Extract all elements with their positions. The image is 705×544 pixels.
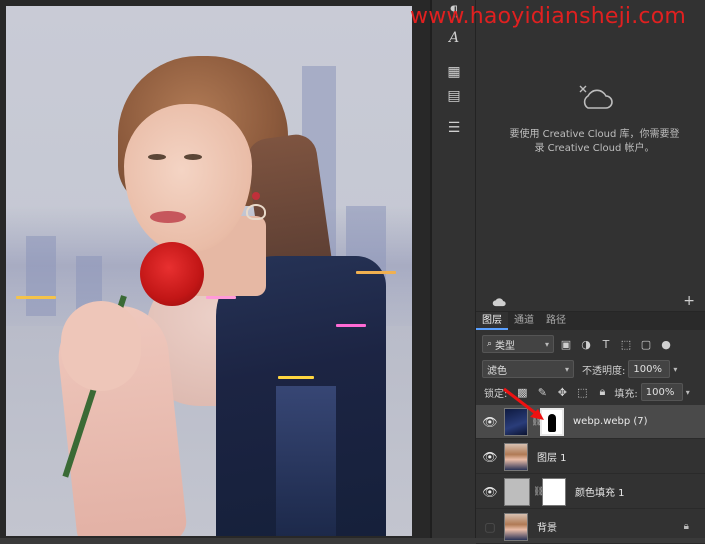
libraries-footer: + (476, 292, 705, 312)
opacity-label: 不透明度: (582, 365, 626, 377)
layer-name[interactable]: webp.webp (7) (573, 416, 648, 427)
layer-mask-thumbnail[interactable] (542, 477, 566, 506)
city-light (336, 324, 366, 327)
lock-artboard-icon[interactable]: ⬚ (574, 384, 590, 400)
libraries-message-line2: 录 Creative Cloud 帐户。 (534, 143, 655, 154)
layer-thumbnail (504, 512, 528, 541)
layer-name[interactable]: 颜色填充 1 (575, 484, 625, 499)
canvas-area[interactable] (0, 0, 430, 538)
earring-heart (246, 204, 266, 220)
chevron-down-icon: ▾ (564, 364, 569, 374)
chevron-down-icon: ▾ (544, 339, 549, 349)
libraries-login-message: 要使用 Creative Cloud 库，你需要登 录 Creative Clo… (502, 128, 687, 156)
libraries-panel: 要使用 Creative Cloud 库，你需要登 录 Creative Clo… (476, 60, 705, 290)
opacity-input[interactable]: 100% (628, 360, 671, 378)
layer-row[interactable]: ▢ 背景 🔒︎ (476, 510, 705, 544)
layer-thumbnail (504, 442, 528, 471)
layer-filter-row: ⌕ 类型 ▾ ▣ ◑ T ⬚ ▢ ● (476, 334, 705, 354)
fill-input[interactable]: 100% (640, 383, 683, 401)
left-eye (148, 154, 166, 160)
filter-shape-icon[interactable]: ⬚ (618, 336, 634, 352)
red-flower (140, 242, 204, 306)
visibility-eye-icon[interactable]: 👁︎ (476, 485, 504, 499)
adjustments-icon[interactable]: ☰ (440, 116, 468, 140)
blend-mode-value: 滤色 (487, 365, 507, 377)
filter-kind-value: 类型 (495, 340, 516, 352)
tab-layers[interactable]: 图层 (476, 312, 508, 330)
red-arrow-annotation (503, 387, 544, 420)
fill-dropdown-icon[interactable]: ▾ (686, 388, 690, 397)
fill-value: 100% (645, 386, 675, 398)
panel-icon-strip: ¶ A ▦ ▤ ☰ (432, 0, 476, 538)
lock-position-icon[interactable]: ✥ (554, 384, 570, 400)
fill-label: 填充: (614, 388, 638, 400)
filter-toggle-icon[interactable]: ● (658, 336, 674, 352)
layer-row[interactable]: 👁︎ 图层 1 (476, 440, 705, 474)
filter-type-icon[interactable]: T (598, 336, 614, 352)
city-overlay (276, 386, 336, 536)
tab-paths[interactable]: 路径 (540, 312, 572, 330)
blend-mode-select[interactable]: 滤色 ▾ (482, 360, 574, 378)
opacity-value: 100% (633, 363, 662, 375)
cloud-sync-icon[interactable] (492, 297, 506, 307)
opacity-dropdown-icon[interactable]: ▾ (673, 365, 677, 374)
creative-cloud-disconnected-icon (579, 85, 613, 109)
filter-adjustment-icon[interactable]: ◑ (578, 336, 594, 352)
filter-smart-object-icon[interactable]: ▢ (638, 336, 654, 352)
document-image[interactable] (6, 6, 412, 536)
lock-all-icon[interactable]: 🔒︎ (594, 384, 610, 400)
libraries-icon[interactable]: ▦ (440, 60, 468, 84)
tab-channels[interactable]: 通道 (508, 312, 540, 330)
layer-row[interactable]: 👁︎ ⛓︎ 颜色填充 1 (476, 475, 705, 509)
filter-kind-select[interactable]: ⌕ 类型 ▾ (482, 335, 554, 353)
notes-icon[interactable]: ▤ (440, 84, 468, 108)
layers-panel-tabs: 图层 通道 路径 (476, 312, 705, 330)
earring (252, 192, 260, 200)
lock-icon: 🔒︎ (683, 521, 689, 532)
filter-pixel-icon[interactable]: ▣ (558, 336, 574, 352)
watermark-text: www.haoyidiansheji.com (410, 4, 687, 29)
city-light (278, 376, 314, 379)
layer-name[interactable]: 背景 (537, 519, 557, 534)
visibility-toggle-off[interactable]: ▢ (476, 520, 504, 534)
city-light (206, 296, 236, 299)
hand (61, 301, 141, 391)
visibility-eye-icon[interactable]: 👁︎ (476, 450, 504, 464)
blend-opacity-row: 滤色 ▾ 不透明度: 100% ▾ (476, 359, 705, 379)
city-light (16, 296, 56, 299)
libraries-message-line1: 要使用 Creative Cloud 库，你需要登 (509, 129, 680, 140)
lips (150, 211, 186, 223)
search-icon: ⌕ (487, 339, 493, 349)
right-eye (184, 154, 202, 160)
layer-name[interactable]: 图层 1 (537, 449, 567, 464)
skyscraper (26, 236, 56, 316)
chain-link-icon[interactable]: ⛓︎ (533, 487, 544, 497)
layer-thumbnail (504, 477, 530, 506)
add-library-button[interactable]: + (683, 293, 695, 309)
city-light (356, 271, 396, 274)
